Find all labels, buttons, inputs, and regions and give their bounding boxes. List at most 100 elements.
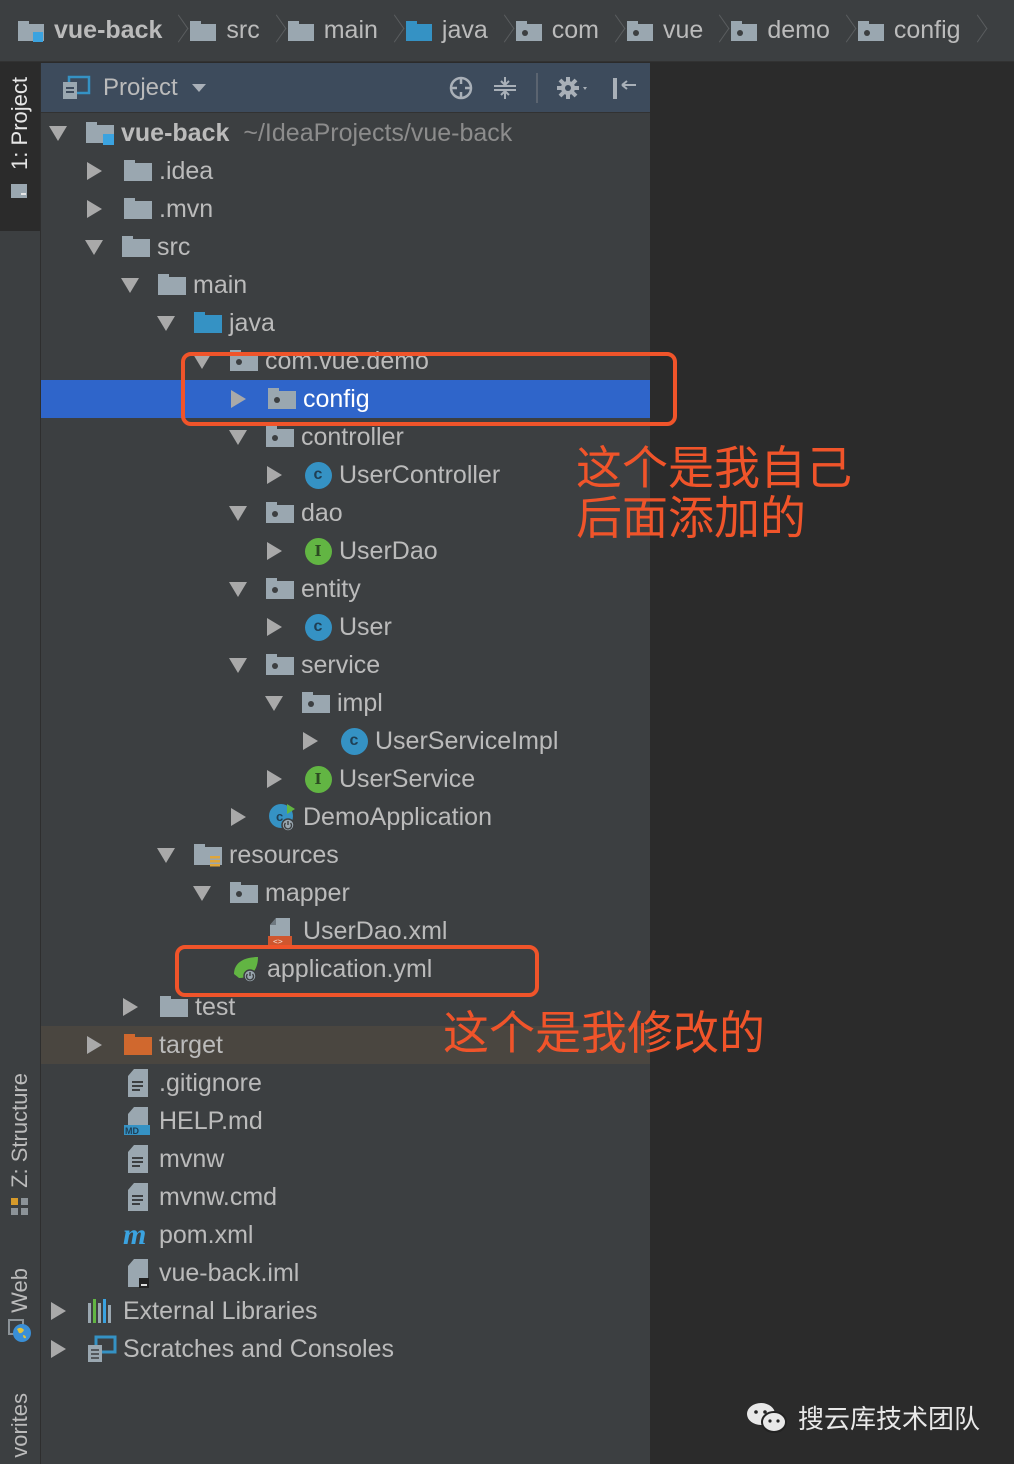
package-icon (265, 422, 295, 452)
tree-node[interactable]: Scratches and Consoles (41, 1330, 650, 1368)
tree-node[interactable]: External Libraries (41, 1292, 650, 1330)
expand-right-icon[interactable] (267, 542, 282, 560)
tree-node[interactable]: I UserService (41, 760, 650, 798)
tool-tab-favorites[interactable]: vorites (0, 1393, 40, 1458)
expand-right-icon[interactable] (51, 1302, 66, 1320)
package-icon (857, 20, 884, 41)
expand-down-icon[interactable] (85, 239, 103, 255)
tree-node[interactable]: mapper (41, 874, 650, 912)
expand-right-icon[interactable] (267, 618, 282, 636)
tree-node[interactable]: impl (41, 684, 650, 722)
expand-right-icon[interactable] (123, 998, 138, 1016)
expand-right-icon[interactable] (87, 162, 102, 180)
tree-node[interactable]: dao (41, 494, 650, 532)
tree-node[interactable]: java (41, 304, 650, 342)
folder-icon (123, 156, 153, 186)
collapse-all-icon[interactable] (492, 75, 518, 101)
tree-node[interactable]: MD HELP.md (41, 1102, 650, 1140)
tree-node[interactable]: c User (41, 608, 650, 646)
tree-node[interactable]: entity (41, 570, 650, 608)
tree-node[interactable]: .mvn (41, 190, 650, 228)
breadcrumb-item[interactable]: main (287, 16, 378, 45)
annotation-note-added-line1: 这个是我自己 (576, 441, 852, 495)
expand-right-icon[interactable] (267, 770, 282, 788)
tree-node[interactable]: vue-back ~/IdeaProjects/vue-back (41, 114, 650, 152)
breadcrumb-item[interactable]: java (405, 16, 488, 45)
expand-right-icon[interactable] (87, 1036, 102, 1054)
tree-node[interactable]: src (41, 228, 650, 266)
expand-down-icon[interactable] (157, 847, 175, 863)
expand-down-icon[interactable] (49, 125, 67, 141)
tree-node[interactable]: c UserController (41, 456, 650, 494)
tree-node[interactable]: I UserDao (41, 532, 650, 570)
expand-down-icon[interactable] (265, 695, 283, 711)
tree-node-label: HELP.md (159, 1106, 263, 1135)
breadcrumb-item[interactable]: src (190, 16, 260, 45)
breadcrumb-label: java (441, 16, 488, 44)
expand-down-icon[interactable] (229, 429, 247, 445)
watermark: 搜云库技术团队 (746, 1399, 980, 1436)
tree-node-label: controller (301, 422, 404, 451)
expand-down-icon[interactable] (121, 277, 139, 293)
tree-node-label: vue-back (121, 118, 230, 147)
annotation-note-added-line2: 后面添加的 (576, 491, 806, 545)
locate-icon[interactable] (448, 75, 474, 101)
tree-node[interactable]: vue-back.iml (41, 1254, 650, 1292)
tree-node[interactable]: mvnw (41, 1140, 650, 1178)
folder-icon (121, 232, 151, 262)
expand-down-icon[interactable] (229, 657, 247, 673)
package-icon (731, 20, 758, 41)
gear-icon[interactable] (556, 75, 592, 101)
expand-right-icon[interactable] (267, 466, 282, 484)
maven-icon: m (123, 1220, 153, 1250)
project-view-selector[interactable]: Project (103, 74, 178, 102)
expand-right-icon[interactable] (51, 1340, 66, 1358)
tool-tab-web[interactable]: Web (0, 1268, 40, 1343)
package-icon (301, 688, 331, 718)
tree-node-label: entity (301, 574, 361, 603)
module-file-icon (123, 1258, 153, 1288)
tree-node[interactable]: .idea (41, 152, 650, 190)
tree-node[interactable]: service (41, 646, 650, 684)
text-file-icon (123, 1068, 153, 1098)
expand-right-icon[interactable] (303, 732, 318, 750)
tree-node[interactable]: main (41, 266, 650, 304)
source-folder-icon (193, 308, 223, 338)
libraries-icon (87, 1296, 117, 1326)
expand-down-icon[interactable] (229, 581, 247, 597)
expand-right-icon[interactable] (231, 808, 246, 826)
tree-node[interactable]: resources (41, 836, 650, 874)
text-file-icon (123, 1182, 153, 1212)
tool-tab-structure[interactable]: Z: Structure (0, 1073, 40, 1218)
tree-node-label: External Libraries (123, 1296, 318, 1325)
breadcrumb-item[interactable]: demo (731, 16, 830, 45)
tree-node-label: UserDao (339, 536, 438, 565)
chevron-down-icon[interactable] (191, 83, 206, 92)
breadcrumb-item[interactable]: vue-back (18, 16, 162, 45)
expand-right-icon[interactable] (87, 200, 102, 218)
breadcrumb-label: src (226, 16, 260, 44)
breadcrumb-item[interactable]: vue (627, 16, 703, 45)
tree-node[interactable]: c DemoApplication (41, 798, 650, 836)
expand-down-icon[interactable] (157, 315, 175, 331)
tree-node-label: Scratches and Consoles (123, 1334, 394, 1363)
tool-tab-favorites-label: vorites (7, 1393, 32, 1458)
tool-tab-project[interactable]: 1: Project (0, 63, 40, 231)
breadcrumb-item[interactable]: config (857, 16, 961, 45)
tree-node[interactable]: .gitignore (41, 1064, 650, 1102)
tree-node[interactable]: mvnw.cmd (41, 1178, 650, 1216)
tree-node-label: UserService (339, 764, 476, 793)
tree-node-label: mvnw.cmd (159, 1182, 278, 1211)
breadcrumb-separator (969, 16, 979, 46)
hide-icon[interactable] (610, 75, 638, 101)
tree-node-label: UserController (339, 460, 501, 489)
tree-node[interactable]: m pom.xml (41, 1216, 650, 1254)
tree-node[interactable]: c UserServiceImpl (41, 722, 650, 760)
tree-node-label: .mvn (159, 194, 214, 223)
breadcrumb-item[interactable]: com (515, 16, 599, 45)
tree-node-label: User (339, 612, 392, 641)
expand-down-icon[interactable] (229, 505, 247, 521)
expand-down-icon[interactable] (193, 885, 211, 901)
annotation-box-application-yml (175, 945, 539, 997)
class-icon: c (303, 460, 333, 490)
